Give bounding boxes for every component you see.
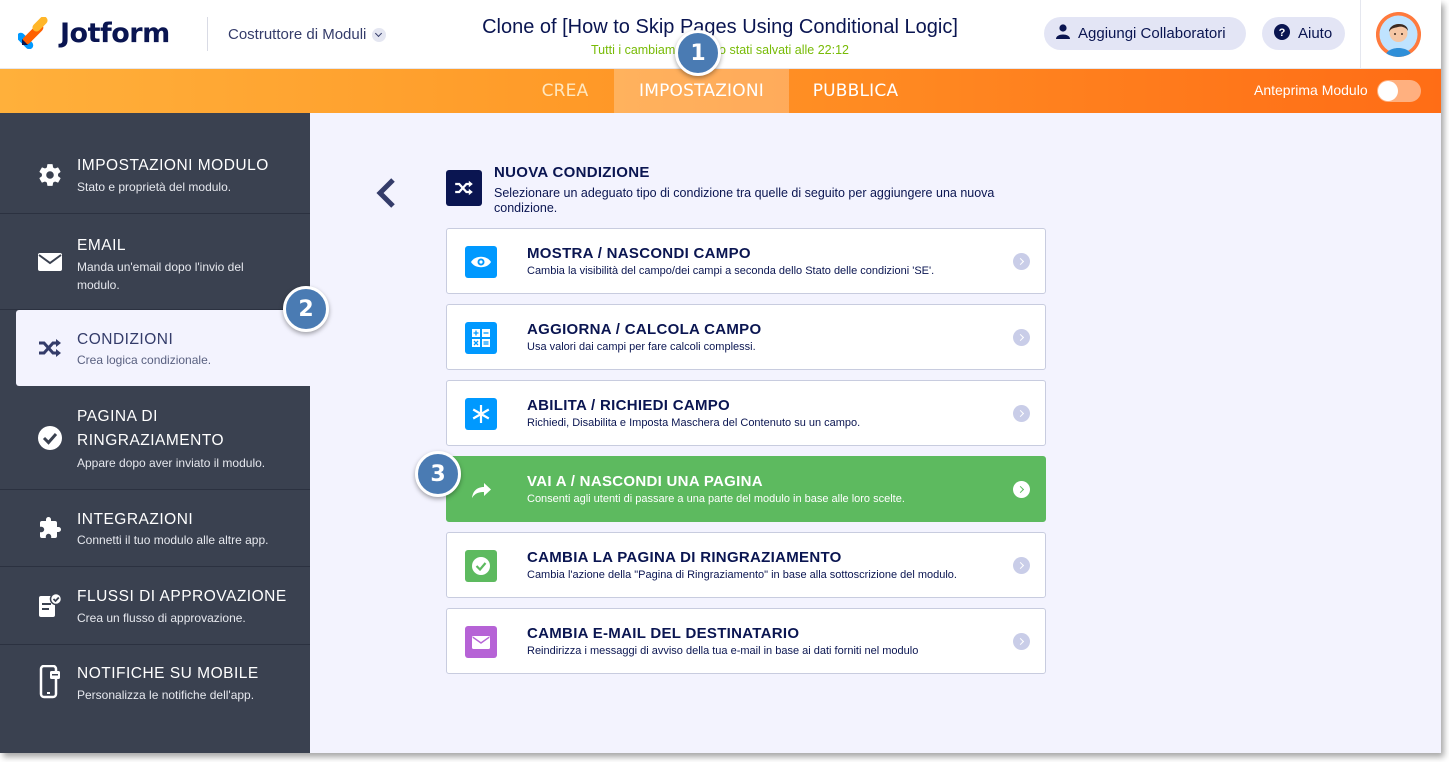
form-title[interactable]: Clone of [How to Skip Pages Using Condit…	[420, 16, 1020, 39]
puzzle-icon	[37, 515, 63, 541]
chevron-right-icon	[1013, 405, 1030, 422]
sidebar-item-approval-flows[interactable]: FLUSSI DI APPROVAZIONE Crea un flusso di…	[0, 567, 310, 645]
calculator-icon	[465, 322, 497, 354]
settings-sidebar: IMPOSTAZIONI MODULO Stato e proprietà de…	[0, 113, 310, 753]
sidebar-item-desc: Connetti il tuo modulo alle altre app.	[77, 533, 269, 547]
condition-skip-hide-page[interactable]: VAI A / NASCONDI UNA PAGINA Consenti agl…	[446, 456, 1046, 522]
condition-desc: Cambia l'azione della "Pagina di Ringraz…	[527, 569, 957, 581]
tab-pubblica[interactable]: PUBBLICA	[808, 69, 903, 113]
jotform-logo[interactable]: Jotform	[18, 17, 170, 49]
sidebar-item-desc: Stato e proprietà del modulo.	[77, 180, 232, 194]
chevron-right-icon	[1013, 253, 1030, 270]
toggle-knob	[1378, 81, 1398, 101]
top-bar: Jotform Costruttore di Moduli Clone of […	[0, 0, 1441, 69]
condition-title: AGGIORNA / CALCOLA CAMPO	[527, 321, 762, 338]
condition-title: VAI A / NASCONDI UNA PAGINA	[527, 473, 763, 490]
asterisk-icon	[465, 398, 497, 430]
condition-desc: Cambia la visibilità del campo/dei campi…	[527, 265, 935, 277]
chevron-right-icon	[1013, 557, 1030, 574]
share-arrow-icon	[465, 474, 497, 506]
section-title: NUOVA CONDIZIONE	[494, 164, 650, 181]
condition-show-hide-field[interactable]: MOSTRA / NASCONDI CAMPO Cambia la visibi…	[446, 228, 1046, 294]
sidebar-item-mobile-notifications[interactable]: NOTIFICHE SU MOBILE Personalizza le noti…	[0, 645, 310, 725]
mobile-icon	[37, 665, 63, 699]
builder-dropdown[interactable]: Costruttore di Moduli	[228, 26, 387, 43]
eye-icon	[465, 246, 497, 278]
avatar[interactable]	[1376, 12, 1421, 57]
sidebar-item-title: IMPOSTAZIONI MODULO	[77, 157, 269, 174]
tab-crea[interactable]: CREA	[530, 69, 600, 113]
user-icon	[1056, 24, 1070, 43]
step-badge-3: 3	[415, 451, 461, 497]
main-nav: CREA IMPOSTAZIONI PUBBLICA Anteprima Mod…	[0, 69, 1441, 113]
divider	[1360, 0, 1361, 69]
step-badge-2: 2	[283, 286, 329, 332]
condition-desc: Reindirizza i messaggi di avviso della t…	[527, 645, 919, 657]
condition-change-recipient-email[interactable]: CAMBIA E-MAIL DEL DESTINATARIO Reindiriz…	[446, 608, 1046, 674]
question-icon: ?	[1274, 23, 1290, 44]
add-collaborators-button[interactable]: Aggiungi Collaboratori	[1044, 17, 1246, 50]
preview-label: Anteprima Modulo	[1254, 82, 1368, 98]
condition-title: CAMBIA E-MAIL DEL DESTINATARIO	[527, 625, 800, 642]
sidebar-item-integrations[interactable]: INTEGRAZIONI Connetti il tuo modulo alle…	[0, 490, 310, 567]
sidebar-item-thank-you-page[interactable]: PAGINA DI RINGRAZIAMENTO Appare dopo ave…	[0, 387, 310, 490]
shuffle-icon	[37, 335, 63, 361]
sidebar-item-title: INTEGRAZIONI	[77, 511, 194, 528]
jotform-logo-icon	[18, 17, 48, 49]
sidebar-item-desc: Appare dopo aver inviato il modulo.	[77, 456, 266, 470]
chevron-right-icon	[1013, 329, 1030, 346]
sidebar-item-title: PAGINA DI RINGRAZIAMENTO	[77, 408, 225, 449]
help-button[interactable]: ? Aiuto	[1262, 17, 1345, 50]
condition-change-thank-you-page[interactable]: CAMBIA LA PAGINA DI RINGRAZIAMENTO Cambi…	[446, 532, 1046, 598]
chevron-right-icon	[1013, 481, 1030, 498]
chevron-down-icon	[372, 27, 387, 42]
svg-text:?: ?	[1279, 27, 1286, 39]
new-condition-icon	[446, 170, 482, 206]
envelope-icon	[465, 626, 497, 658]
sidebar-item-form-settings[interactable]: IMPOSTAZIONI MODULO Stato e proprietà de…	[0, 113, 310, 214]
condition-title: ABILITA / RICHIEDI CAMPO	[527, 397, 731, 414]
section-description: Selezionare un adeguato tipo di condizio…	[494, 186, 995, 215]
sidebar-item-title: EMAIL	[77, 237, 127, 254]
sidebar-item-title: CONDIZIONI	[77, 331, 174, 348]
back-chevron-icon[interactable]	[374, 178, 398, 208]
approval-icon	[37, 593, 63, 619]
sidebar-item-title: FLUSSI DI APPROVAZIONE	[77, 588, 287, 605]
check-icon	[465, 550, 497, 582]
sidebar-item-email[interactable]: EMAIL Manda un'email dopo l'invio del mo…	[0, 215, 310, 310]
builder-label: Costruttore di Moduli	[228, 26, 367, 43]
gear-icon	[37, 162, 63, 188]
app-window: Jotform Costruttore di Moduli Clone of […	[0, 0, 1441, 753]
condition-desc: Richiedi, Disabilita e Imposta Maschera …	[527, 417, 861, 429]
condition-enable-require-field[interactable]: ABILITA / RICHIEDI CAMPO Richiedi, Disab…	[446, 380, 1046, 446]
step-badge-1: 1	[675, 30, 721, 76]
condition-desc: Usa valori dai campi per fare calcoli co…	[527, 341, 756, 353]
add-collaborators-label: Aggiungi Collaboratori	[1078, 25, 1226, 42]
divider	[207, 17, 208, 51]
sidebar-item-title: NOTIFICHE SU MOBILE	[77, 665, 259, 682]
preview-toggle[interactable]	[1377, 80, 1421, 102]
sidebar-item-desc: Personalizza le notifiche dell'app.	[77, 688, 255, 702]
sidebar-item-desc: Manda un'email dopo l'invio del modulo.	[77, 260, 244, 292]
check-circle-icon	[37, 425, 63, 451]
brand-name: Jotform	[60, 17, 170, 49]
sidebar-item-desc: Crea un flusso di approvazione.	[77, 611, 246, 625]
sidebar-item-desc: Crea logica condizionale.	[77, 353, 212, 367]
condition-title: CAMBIA LA PAGINA DI RINGRAZIAMENTO	[527, 549, 842, 566]
condition-update-calculate-field[interactable]: AGGIORNA / CALCOLA CAMPO Usa valori dai …	[446, 304, 1046, 370]
help-label: Aiuto	[1298, 25, 1333, 42]
sidebar-item-conditions[interactable]: CONDIZIONI Crea logica condizionale.	[16, 310, 310, 386]
condition-title: MOSTRA / NASCONDI CAMPO	[527, 245, 751, 262]
condition-desc: Consenti agli utenti di passare a una pa…	[527, 493, 905, 505]
envelope-icon	[37, 249, 63, 275]
chevron-right-icon	[1013, 633, 1030, 650]
